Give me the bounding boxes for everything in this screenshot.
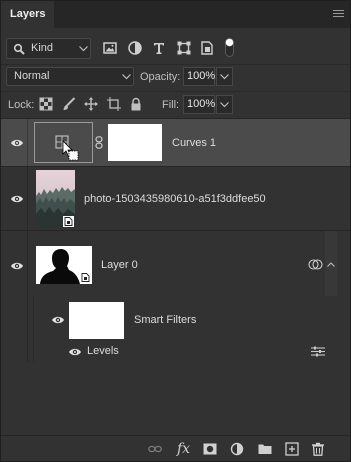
new-adjustment-layer-icon[interactable] bbox=[230, 442, 244, 456]
fill-label: Fill: bbox=[162, 99, 180, 111]
lock-transparent-pixels-icon[interactable] bbox=[39, 97, 53, 111]
chevron-down-icon bbox=[220, 102, 229, 108]
delete-layer-icon[interactable] bbox=[311, 442, 325, 456]
fill-input[interactable]: 100% bbox=[183, 95, 215, 114]
layer-row-photo[interactable]: photo-1503435980610-a51f3ddfee50 bbox=[1, 167, 350, 231]
filter-kind-label: Kind bbox=[31, 42, 54, 54]
layer-row-layer-0[interactable]: Layer 0 bbox=[1, 231, 350, 296]
eye-icon[interactable] bbox=[10, 194, 24, 204]
layer-name[interactable]: Curves 1 bbox=[172, 137, 216, 149]
photo-layer-thumbnail[interactable] bbox=[36, 170, 75, 228]
add-mask-icon[interactable] bbox=[203, 442, 217, 456]
search-icon bbox=[13, 43, 25, 55]
lock-image-pixels-icon[interactable] bbox=[62, 97, 76, 111]
smart-filters-label[interactable]: Smart Filters bbox=[134, 314, 196, 326]
eye-icon[interactable] bbox=[51, 315, 65, 325]
fx-icon[interactable]: fx bbox=[177, 441, 190, 457]
blend-mode-value: Normal bbox=[14, 70, 50, 82]
filter-kind-select[interactable]: Kind bbox=[6, 38, 91, 59]
filter-levels-label[interactable]: Levels bbox=[87, 345, 119, 357]
blend-mode-select[interactable]: Normal bbox=[6, 67, 134, 86]
layer-mask-thumbnail[interactable] bbox=[108, 124, 162, 161]
curves-adjustment-icon bbox=[55, 135, 79, 161]
opacity-dropdown-button[interactable] bbox=[216, 67, 233, 86]
hamburger-menu-icon[interactable] bbox=[333, 10, 344, 19]
divider bbox=[1, 64, 350, 65]
chevron-up-icon bbox=[327, 262, 335, 267]
opacity-label: Opacity: bbox=[140, 71, 181, 83]
divider bbox=[1, 91, 350, 92]
chevron-down-icon bbox=[122, 74, 131, 80]
tab-layers[interactable]: Layers bbox=[1, 1, 54, 28]
smart-filter-mask-thumbnail[interactable] bbox=[69, 302, 124, 339]
collapse-toggle[interactable] bbox=[325, 231, 337, 296]
link-layers-icon[interactable] bbox=[148, 442, 162, 456]
eye-icon[interactable] bbox=[10, 261, 24, 271]
panel-tab-bar: Layers bbox=[1, 1, 350, 28]
shape-layer-filter-icon[interactable] bbox=[176, 40, 192, 56]
layer-name[interactable]: Layer 0 bbox=[101, 259, 138, 271]
new-group-icon[interactable] bbox=[258, 442, 272, 456]
fill-dropdown-button[interactable] bbox=[216, 95, 233, 114]
lock-position-icon[interactable] bbox=[84, 97, 98, 111]
lock-label: Lock: bbox=[8, 99, 35, 111]
layers-list: Curves 1 photo-1503435980610-a51f3ddfee5… bbox=[1, 119, 350, 435]
new-layer-icon[interactable] bbox=[285, 442, 299, 456]
smart-filters-row[interactable]: Smart Filters Levels bbox=[1, 296, 350, 362]
layers-panel: Layers Kind Normal Opacity: 100% Lock: F… bbox=[0, 0, 351, 462]
lock-all-icon[interactable] bbox=[129, 97, 143, 111]
type-layer-filter-icon[interactable] bbox=[151, 40, 167, 56]
chevron-down-icon bbox=[220, 74, 229, 80]
adjustment-layer-filter-icon[interactable] bbox=[127, 40, 143, 56]
eye-icon[interactable] bbox=[68, 347, 82, 357]
chevron-down-icon bbox=[79, 46, 88, 52]
adjustment-thumbnail[interactable] bbox=[34, 122, 93, 163]
smart-filter-indicator-icon bbox=[308, 259, 323, 270]
filter-blending-options-icon[interactable] bbox=[311, 346, 325, 357]
lock-artboard-icon[interactable] bbox=[107, 97, 121, 111]
opacity-input[interactable]: 100% bbox=[183, 67, 215, 86]
smart-object-filter-icon[interactable] bbox=[199, 40, 215, 56]
layer-0-thumbnail[interactable] bbox=[36, 246, 92, 284]
pixel-layer-filter-icon[interactable] bbox=[102, 40, 118, 56]
layer-name[interactable]: photo-1503435980610-a51f3ddfee50 bbox=[84, 193, 266, 205]
filter-toggle-switch[interactable] bbox=[225, 38, 234, 57]
eye-icon[interactable] bbox=[10, 138, 24, 148]
mask-link-icon[interactable] bbox=[95, 136, 103, 149]
layer-row-curves-1[interactable]: Curves 1 bbox=[1, 119, 350, 167]
